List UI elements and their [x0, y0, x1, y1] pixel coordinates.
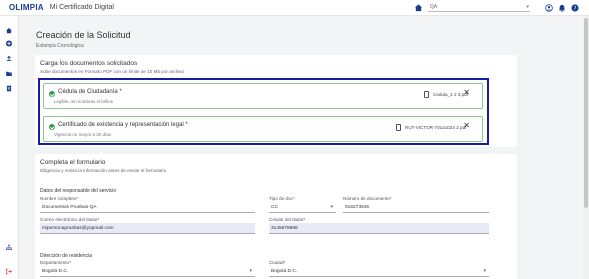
num-doc-input[interactable]: 916273645 — [343, 202, 489, 213]
environment-select[interactable]: QA ▾ — [428, 3, 530, 12]
help-icon[interactable]: ? — [571, 4, 579, 12]
org-chart-icon[interactable] — [5, 244, 13, 251]
num-doc-label: Número de documento* — [343, 196, 392, 201]
logout-icon[interactable] — [5, 268, 13, 275]
add-circle-icon[interactable] — [5, 40, 13, 47]
bell-icon[interactable] — [558, 4, 566, 12]
upload-icon[interactable] — [5, 55, 13, 62]
ciudad-label: Ciudad* — [269, 260, 286, 265]
chevron-down-icon: ▾ — [483, 268, 486, 274]
correo-input[interactable]: mipersonapruebas@yopmail.com — [40, 223, 255, 234]
form-title: Completa el formulario — [40, 159, 106, 166]
tipo-doc-select[interactable]: CC ▾ — [269, 202, 336, 213]
nombre-label: Nombre completo* — [40, 196, 79, 201]
scrollbar-thumb[interactable] — [584, 18, 588, 208]
document-icon[interactable] — [5, 85, 13, 92]
celular-label: Celular del titular* — [269, 217, 306, 222]
chevron-down-icon: ▾ — [249, 268, 252, 274]
page-subtitle: Estampa Cronológica — [36, 43, 84, 49]
nombre-value: Documentos Pruebas QA — [42, 205, 97, 210]
vertical-scrollbar[interactable] — [583, 16, 589, 279]
depto-value: Bogotá D.C. — [42, 269, 69, 274]
chevron-down-icon: ▾ — [330, 204, 333, 210]
depto-select[interactable]: Bogotá D.C. ▾ — [40, 266, 255, 277]
ciudad-select[interactable]: Bogotá D.C. ▾ — [269, 266, 489, 277]
upload-title: Carga los documentos solicitados — [40, 60, 138, 67]
app-title: Mi Certificado Digital — [49, 4, 114, 11]
responsible-title: Datos del responsable del servicio — [40, 188, 117, 194]
num-doc-value: 916273645 — [345, 205, 370, 210]
nombre-input[interactable]: Documentos Pruebas QA — [40, 202, 255, 213]
home-icon[interactable] — [414, 3, 423, 12]
account-icon[interactable] — [545, 4, 553, 12]
address-title: Dirección de residencia — [40, 253, 92, 259]
celular-input[interactable]: 3145678888 — [269, 223, 489, 234]
folder-icon[interactable] — [5, 70, 13, 77]
logo[interactable]: OLIMPIA — [9, 3, 44, 12]
upload-subtitle: Sube documentos en Formato PDF con un lí… — [40, 69, 185, 74]
form-subtitle: Diligencia y revisa la información antes… — [40, 168, 167, 173]
celular-value: 3145678888 — [271, 226, 298, 231]
correo-value: mipersonapruebas@yopmail.com — [42, 226, 114, 231]
tipo-doc-label: Tipo de doc* — [269, 196, 295, 201]
home-icon[interactable] — [5, 27, 13, 34]
chevron-down-icon: ▾ — [526, 4, 529, 10]
page-title: Creación de la Solicitud — [36, 30, 131, 40]
selection-highlight — [38, 78, 489, 145]
depto-label: Departamento* — [40, 260, 71, 265]
ciudad-value: Bogotá D.C. — [271, 269, 298, 274]
tipo-doc-value: CC — [271, 205, 278, 210]
environment-select-value: QA — [430, 4, 438, 10]
correo-label: Correo electrónico del titular* — [40, 217, 100, 222]
sidebar — [0, 16, 19, 279]
main-content: Creación de la Solicitud Estampa Cronoló… — [19, 16, 589, 279]
